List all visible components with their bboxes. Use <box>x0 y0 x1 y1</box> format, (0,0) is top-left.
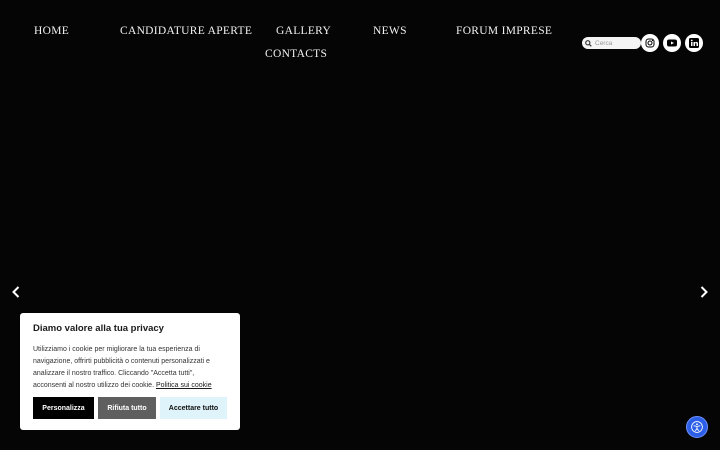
nav-candidature-aperte[interactable]: CANDIDATURE APERTE <box>120 25 252 37</box>
slider-prev-button[interactable] <box>9 284 23 300</box>
accessibility-icon <box>691 421 703 433</box>
cookie-text: Utilizziamo i cookie per migliorare la t… <box>33 344 227 392</box>
instagram-icon <box>645 38 655 48</box>
nav-forum-imprese[interactable]: FORUM IMPRESE <box>456 25 552 37</box>
customize-button[interactable]: Personalizza <box>33 397 94 419</box>
chevron-left-icon <box>12 286 20 298</box>
nav-home[interactable]: HOME <box>34 25 69 37</box>
cookie-buttons: Personalizza Rifiuta tutto Accettare tut… <box>33 397 227 419</box>
accessibility-button[interactable] <box>686 416 708 438</box>
search-box[interactable] <box>582 37 641 49</box>
youtube-icon <box>667 39 677 47</box>
cookie-consent-banner: Diamo valore alla tua privacy Utilizziam… <box>20 313 240 430</box>
linkedin-icon <box>689 38 699 48</box>
cookie-policy-link[interactable]: Politica sui cookie <box>156 382 212 389</box>
main-navigation: HOME CANDIDATURE APERTE GALLERY NEWS FOR… <box>0 0 720 70</box>
nav-news[interactable]: NEWS <box>373 25 407 37</box>
search-icon <box>585 39 593 47</box>
reject-all-button[interactable]: Rifiuta tutto <box>98 397 156 419</box>
youtube-button[interactable] <box>663 34 681 52</box>
search-input[interactable] <box>593 38 639 48</box>
instagram-button[interactable] <box>641 34 659 52</box>
nav-gallery[interactable]: GALLERY <box>276 25 331 37</box>
cookie-title: Diamo valore alla tua privacy <box>33 323 164 334</box>
chevron-right-icon <box>700 286 708 298</box>
nav-contacts[interactable]: CONTACTS <box>265 48 327 60</box>
accept-all-button[interactable]: Accettare tutto <box>160 397 227 419</box>
slider-next-button[interactable] <box>697 284 711 300</box>
linkedin-button[interactable] <box>685 34 703 52</box>
